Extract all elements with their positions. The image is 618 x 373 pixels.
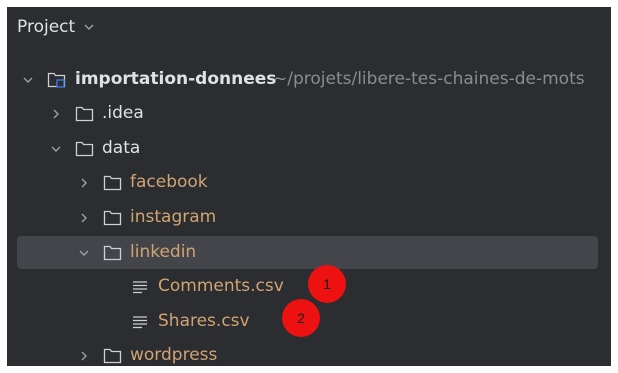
chevron-right-icon[interactable] [77, 176, 91, 190]
folder-icon [103, 245, 122, 261]
tree-label: linkedin [130, 242, 197, 262]
tree-row-facebook[interactable]: facebook [7, 166, 611, 199]
tree-label: data [102, 138, 141, 158]
module-folder-icon [47, 72, 66, 88]
folder-icon [103, 348, 122, 364]
tree-row-wordpress[interactable]: wordpress [7, 339, 611, 366]
tree-label: .idea [102, 103, 144, 123]
tree-label: instagram [130, 207, 217, 227]
module-path: ~/projets/libere-tes-chaines-de-mots [273, 69, 585, 89]
annotation-badge-1: 1 [308, 265, 346, 303]
folder-icon [103, 210, 122, 226]
text-file-icon [133, 281, 147, 294]
folder-icon [75, 141, 94, 157]
chevron-right-icon[interactable] [77, 211, 91, 225]
annotation-badge-2: 2 [282, 299, 320, 337]
chevron-down-icon[interactable] [77, 246, 91, 260]
tree-label: Comments.csv [158, 276, 284, 296]
tree-label: importation-donnees [75, 69, 277, 89]
chevron-down-icon[interactable] [82, 20, 96, 34]
tree-label: facebook [130, 172, 208, 192]
project-tool-window: Project importation-donnees ~/projets/li… [7, 7, 611, 366]
tree-row-instagram[interactable]: instagram [7, 201, 611, 234]
tree-row-root[interactable]: importation-donnees ~/projets/libere-tes… [7, 63, 611, 96]
tree-row-linkedin[interactable]: linkedin [7, 236, 611, 269]
tree-label: Shares.csv [158, 311, 250, 331]
chevron-down-icon[interactable] [49, 142, 63, 156]
text-file-icon [133, 316, 147, 329]
folder-icon [75, 106, 94, 122]
chevron-down-icon[interactable] [21, 73, 35, 87]
project-view-header[interactable]: Project [17, 13, 96, 41]
tree-row-data[interactable]: data [7, 132, 611, 165]
chevron-right-icon[interactable] [77, 349, 91, 363]
tree-row-idea[interactable]: .idea [7, 97, 611, 130]
panel-title: Project [17, 17, 76, 37]
chevron-right-icon[interactable] [49, 107, 63, 121]
folder-icon [103, 175, 122, 191]
tree-label: wordpress [130, 345, 218, 365]
